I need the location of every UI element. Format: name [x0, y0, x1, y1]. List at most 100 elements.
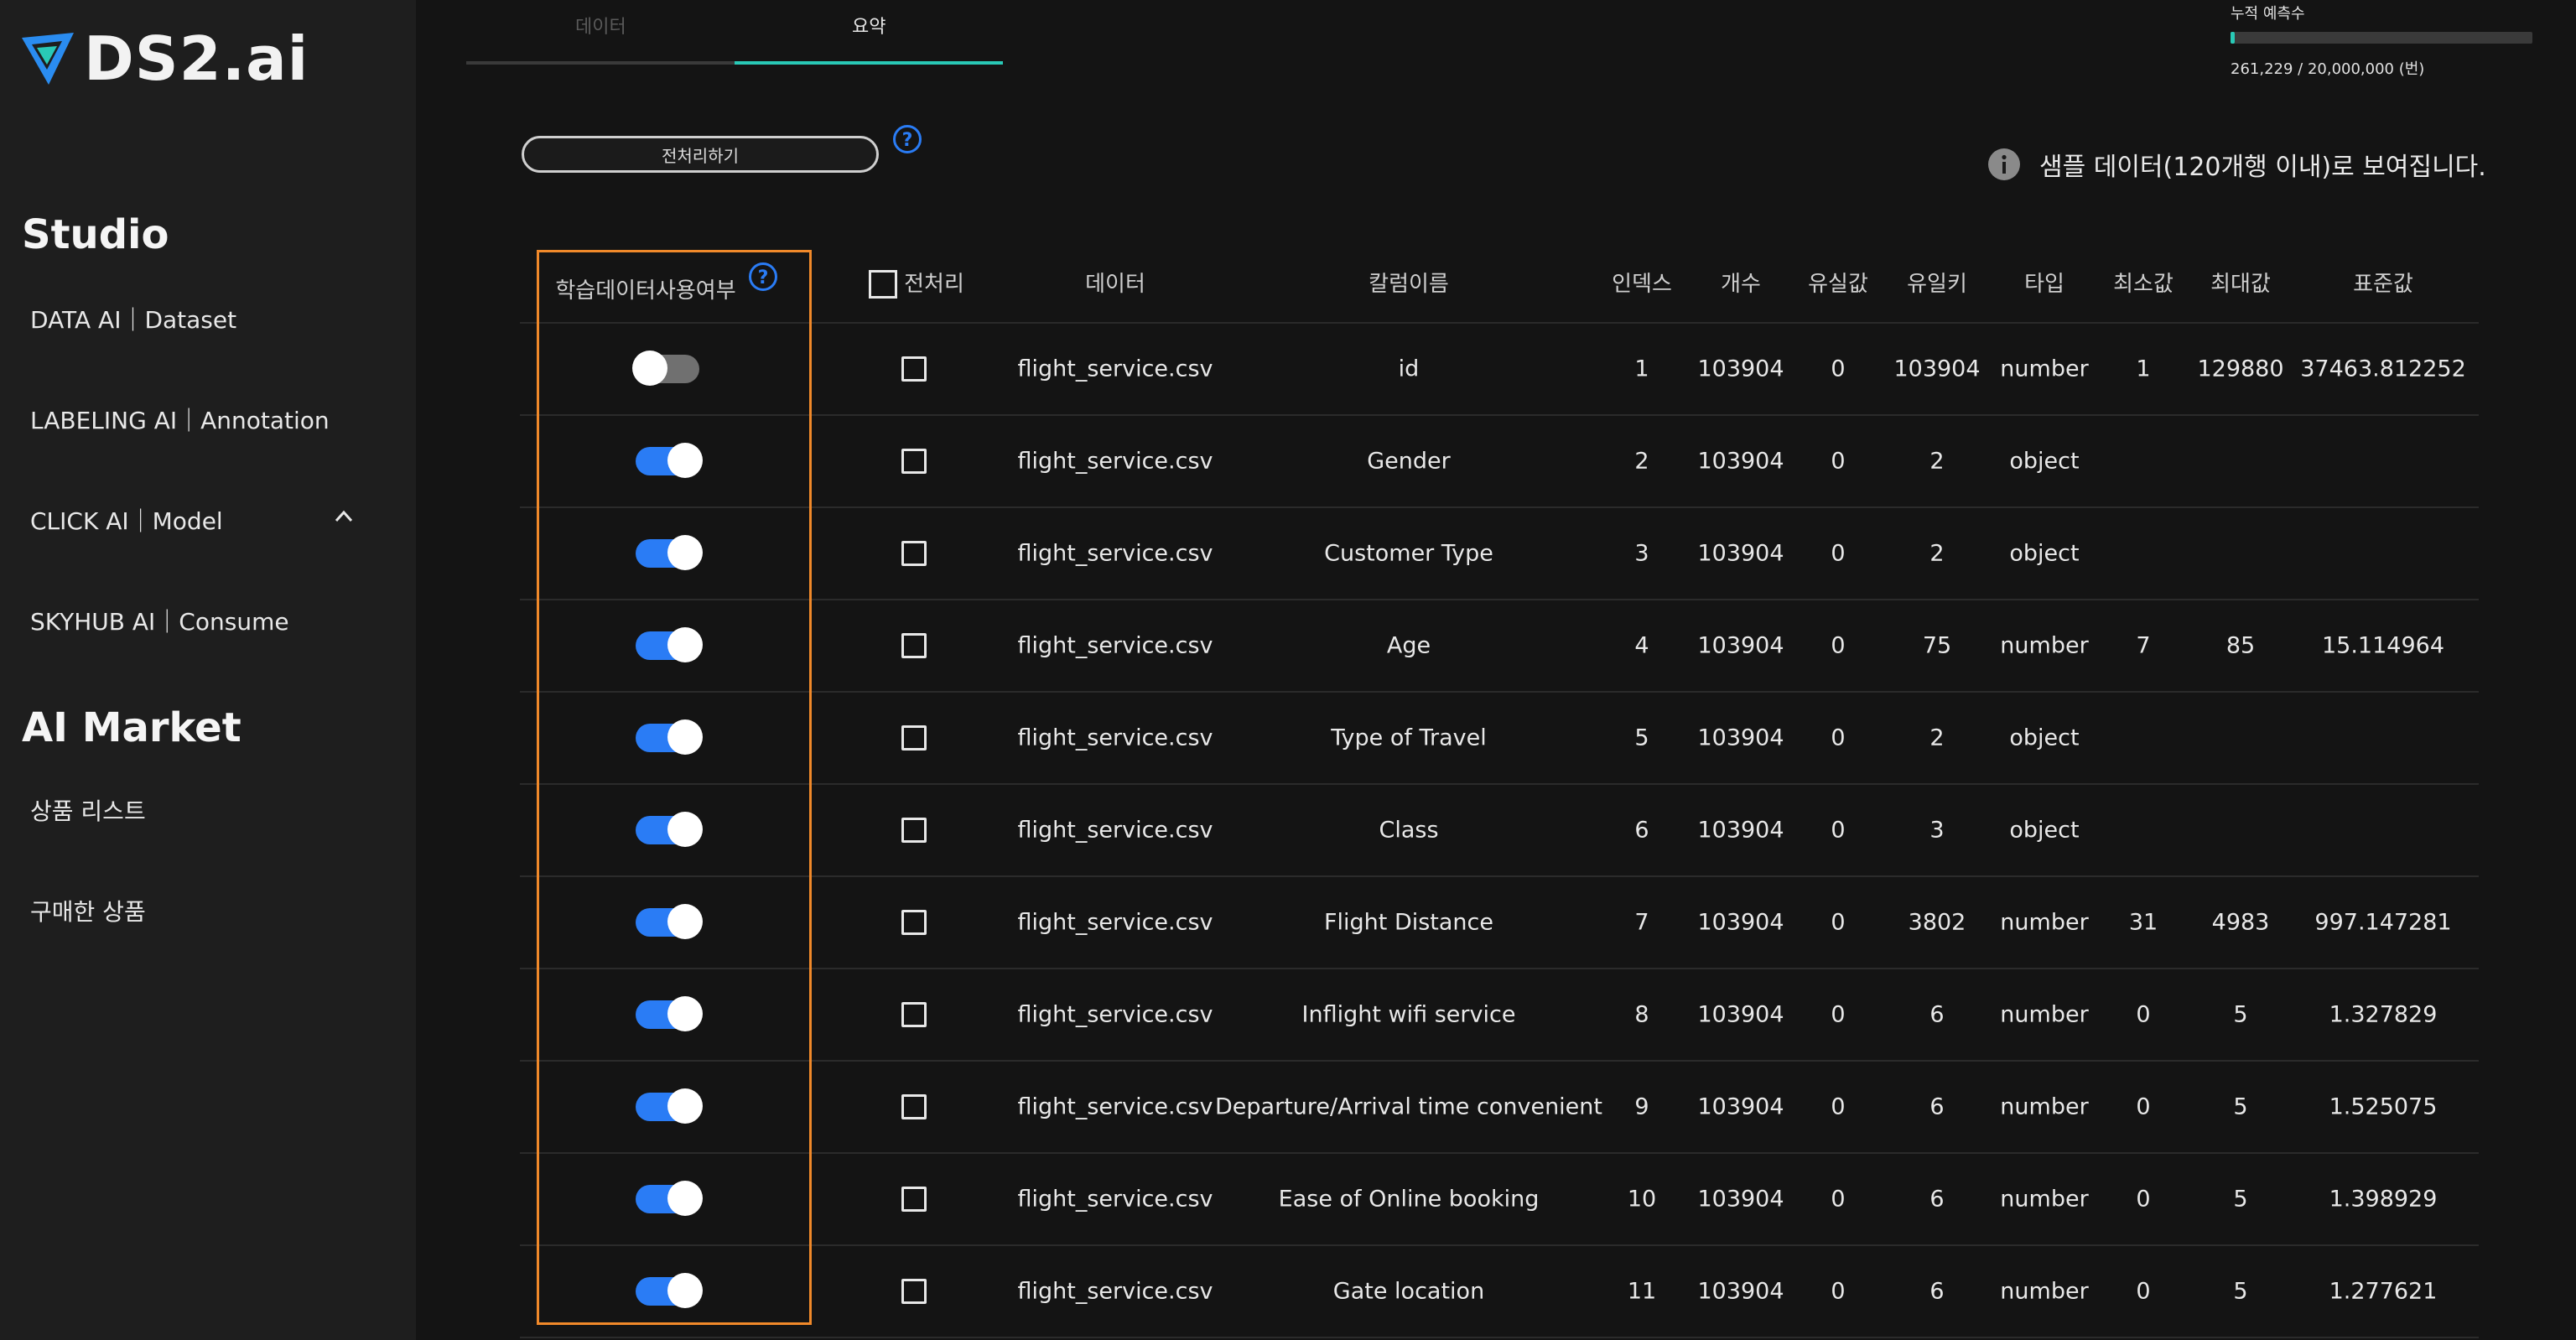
header-column-name: 칼럼이름 — [1368, 272, 1449, 297]
table-row: flight_service.csv Ease of Online booking… — [520, 1154, 2479, 1246]
use-toggle[interactable] — [636, 812, 703, 847]
nav-product-list[interactable]: 상품 리스트 — [30, 793, 146, 827]
cell-index: 6 — [1634, 817, 1649, 844]
cell-data: flight_service.csv — [1017, 817, 1213, 844]
toggle-knob — [667, 627, 703, 662]
cell-min: 1 — [2136, 356, 2151, 382]
preprocess-checkbox[interactable] — [901, 449, 927, 474]
toggle-knob — [667, 1181, 703, 1216]
nav-skyhub-ai[interactable]: SKYHUB AI｜Consume — [30, 604, 289, 637]
cell-index: 3 — [1634, 540, 1649, 567]
cell-unique: 103904 — [1893, 356, 1981, 382]
table-row: flight_service.csv Departure/Arrival time… — [520, 1062, 2479, 1154]
cell-max: 5 — [2233, 1093, 2248, 1120]
preprocess-checkbox[interactable] — [901, 1187, 927, 1212]
table-row: flight_service.csv Customer Type 3 103904 0 2… — [520, 508, 2479, 600]
logo[interactable]: DS2.ai — [20, 23, 309, 94]
cell-missing: 0 — [1831, 725, 1846, 751]
cell-max: 5 — [2233, 1278, 2248, 1305]
cell-type: object — [2009, 448, 2080, 475]
table-row: flight_service.csv Flight Distance 7 103904… — [520, 877, 2479, 969]
header-type: 타입 — [2024, 272, 2064, 297]
cell-missing: 0 — [1831, 1093, 1846, 1120]
cell-data: flight_service.csv — [1017, 448, 1213, 475]
cell-column-name: id — [1398, 356, 1420, 382]
toggle-knob — [667, 996, 703, 1031]
cell-column-name: Flight Distance — [1323, 909, 1494, 936]
nav-purchased-products[interactable]: 구매한 상품 — [30, 894, 146, 927]
cell-min: 0 — [2136, 1093, 2151, 1120]
help-icon[interactable]: ? — [892, 124, 922, 154]
cell-count: 103904 — [1697, 1001, 1784, 1028]
tab-data[interactable]: 데이터 — [575, 12, 626, 39]
ds2-logo-icon — [22, 33, 74, 85]
preprocess-checkbox[interactable] — [901, 1279, 927, 1304]
cell-type: number — [2000, 1093, 2089, 1120]
chevron-up-icon[interactable] — [334, 506, 354, 527]
toggle-knob — [667, 1273, 703, 1308]
preprocess-button[interactable]: 전처리하기 — [522, 136, 879, 173]
cell-count: 103904 — [1697, 632, 1784, 659]
table-row: flight_service.csv Age 4 103904 0 75 number 7 85… — [520, 600, 2479, 693]
use-toggle[interactable] — [636, 719, 703, 755]
cell-min: 0 — [2136, 1001, 2151, 1028]
nav-data-ai[interactable]: DATA AI｜Dataset — [30, 302, 236, 335]
cell-unique: 6 — [1929, 1278, 1945, 1305]
table-row: flight_service.csv Class 6 103904 0 3 object — [520, 785, 2479, 877]
preprocess-checkbox[interactable] — [901, 818, 927, 843]
studio-title: Studio — [22, 211, 169, 258]
use-toggle[interactable] — [636, 627, 703, 662]
table-row: flight_service.csv Gender 2 103904 0 2 object — [520, 416, 2479, 508]
table-row: flight_service.csv Type of Travel 5 103904 0… — [520, 693, 2479, 785]
preprocess-checkbox[interactable] — [901, 1094, 927, 1119]
cell-count: 103904 — [1697, 448, 1784, 475]
cell-unique: 3802 — [1908, 909, 1966, 936]
cell-std: 997.147281 — [2314, 909, 2452, 936]
table-row: flight_service.csv id 1 103904 0 103904 number… — [520, 324, 2479, 416]
quota-progress-fill — [2231, 32, 2235, 44]
nav-click-ai[interactable]: CLICK AI｜Model — [30, 503, 223, 537]
cell-max: 129880 — [2197, 356, 2284, 382]
preprocess-checkbox[interactable] — [901, 1002, 927, 1027]
cell-type: number — [2000, 1001, 2089, 1028]
cell-column-name: Ease of Online booking — [1278, 1186, 1540, 1213]
cell-type: object — [2009, 817, 2080, 844]
use-toggle[interactable] — [636, 996, 703, 1031]
tab-summary[interactable]: 요약 — [852, 12, 886, 39]
cell-std: 1.398929 — [2329, 1186, 2438, 1213]
use-toggle[interactable] — [636, 904, 703, 939]
header-missing: 유실값 — [1808, 272, 1868, 297]
header-min: 최소값 — [2113, 272, 2174, 297]
preprocess-checkbox[interactable] — [901, 633, 927, 658]
use-toggle[interactable] — [636, 1181, 703, 1216]
use-help-icon[interactable]: ? — [748, 262, 778, 292]
header-max: 최대값 — [2210, 272, 2271, 297]
sample-notice: 샘플 데이터(120개행 이내)로 보여집니다. — [1987, 146, 2486, 183]
select-all-preprocess-checkbox[interactable] — [869, 270, 897, 299]
cell-max: 85 — [2225, 632, 2256, 659]
use-toggle[interactable] — [636, 1088, 703, 1124]
preprocess-checkbox[interactable] — [901, 725, 927, 751]
cell-std: 1.525075 — [2329, 1093, 2438, 1120]
use-toggle[interactable] — [632, 351, 699, 386]
sidebar: DS2.ai Studio DATA AI｜Dataset LABELING A… — [0, 0, 416, 1340]
use-toggle[interactable] — [636, 443, 703, 478]
cell-data: flight_service.csv — [1017, 540, 1213, 567]
use-toggle[interactable] — [636, 1273, 703, 1308]
cell-missing: 0 — [1831, 356, 1846, 382]
cell-std: 37463.812252 — [2300, 356, 2466, 382]
cell-data: flight_service.csv — [1017, 1001, 1213, 1028]
cell-std: 1.277621 — [2329, 1278, 2438, 1305]
preprocess-checkbox[interactable] — [901, 541, 927, 566]
cell-index: 5 — [1634, 725, 1649, 751]
tab-data-underline — [466, 61, 735, 65]
cell-unique: 6 — [1929, 1093, 1945, 1120]
preprocess-checkbox[interactable] — [901, 910, 927, 935]
use-toggle[interactable] — [636, 535, 703, 570]
toggle-knob — [667, 904, 703, 939]
cell-type: number — [2000, 632, 2089, 659]
toggle-knob — [667, 719, 703, 755]
preprocess-checkbox[interactable] — [901, 356, 927, 382]
nav-labeling-ai[interactable]: LABELING AI｜Annotation — [30, 403, 330, 436]
cell-type: number — [2000, 909, 2089, 936]
